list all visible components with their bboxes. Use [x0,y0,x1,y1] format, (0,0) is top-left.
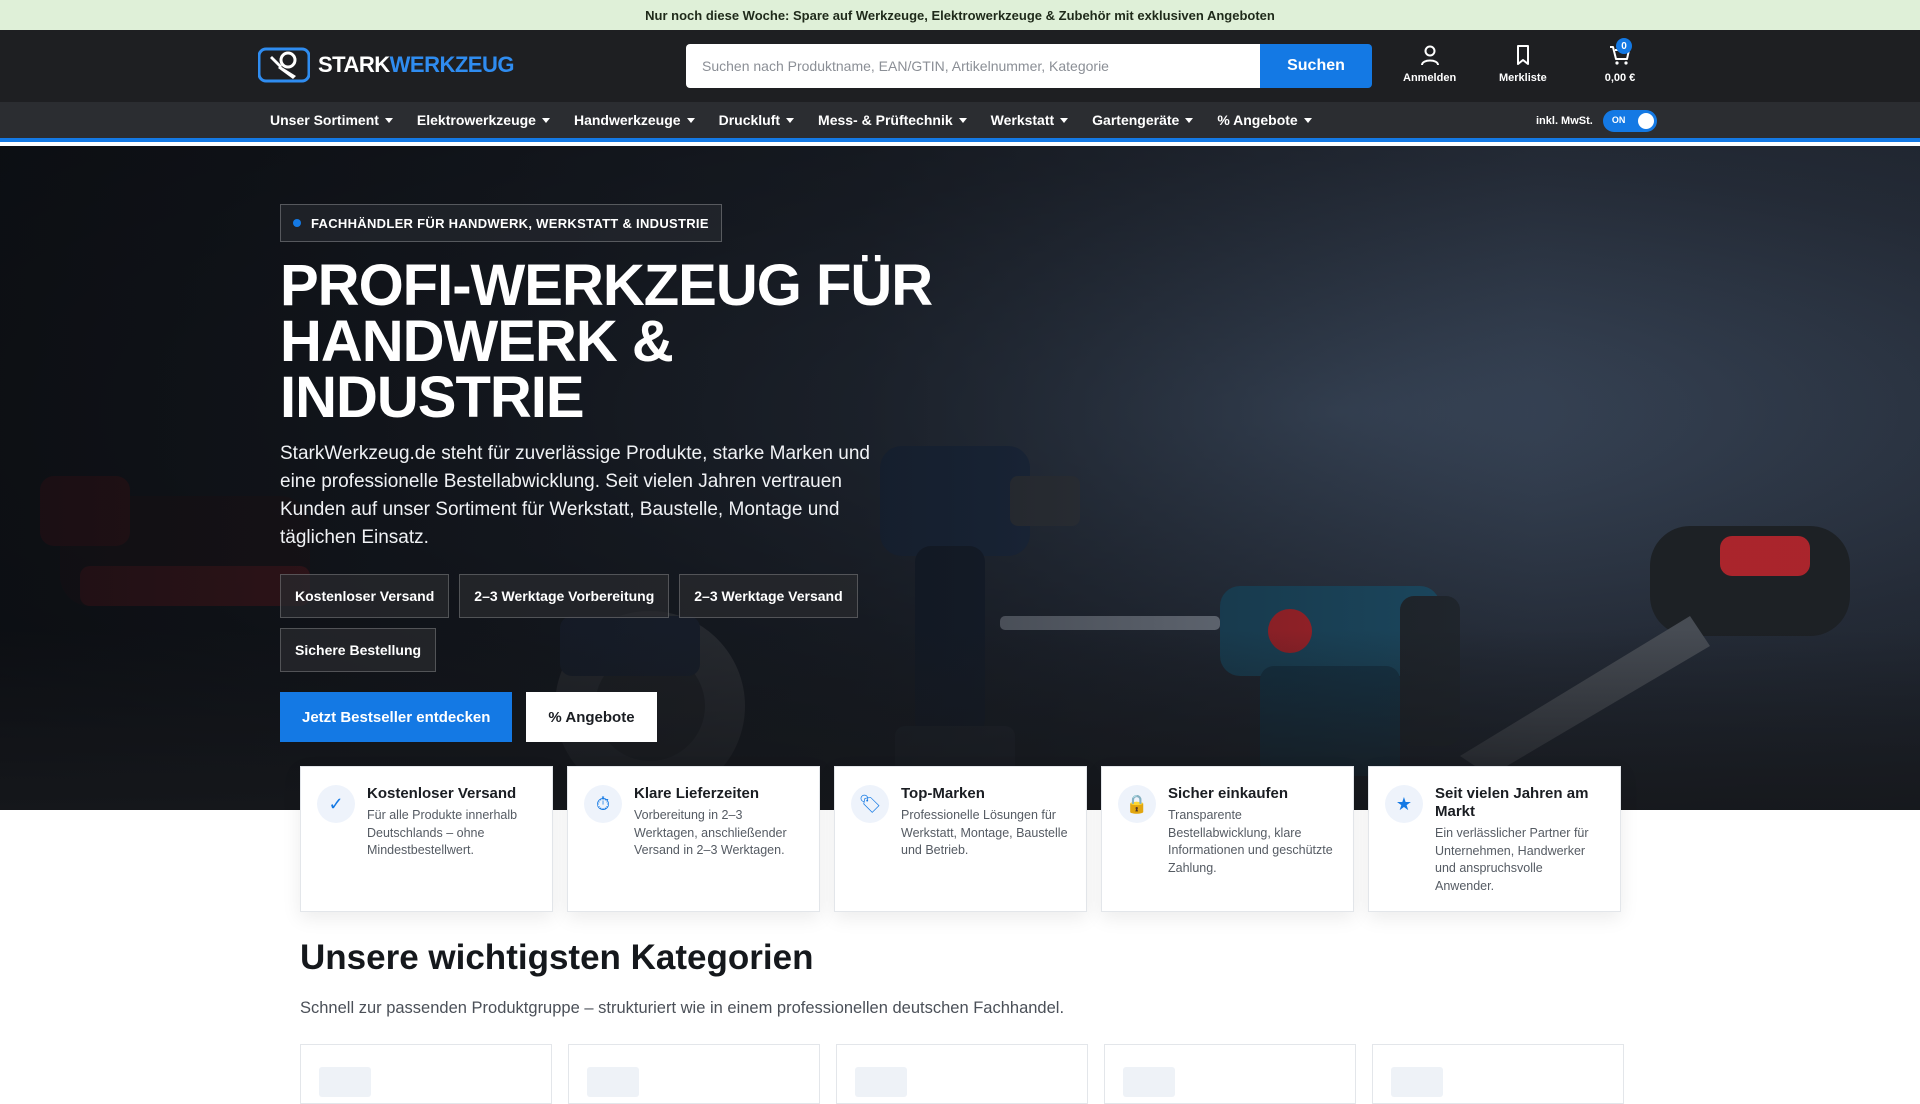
hero-banner: FACHHÄNDLER FÜR HANDWERK, WERKSTATT & IN… [0,146,1920,810]
feature-card: ★ Seit vielen Jahren am Markt Ein verläs… [1368,766,1621,912]
badge-shipping-time: 2–3 Werktage Versand [679,574,858,618]
badge-free-shipping: Kostenloser Versand [280,574,450,618]
offers-button[interactable]: % Angebote [526,692,657,742]
categories-title: Unsere wichtigsten Kategorien [300,938,814,977]
nav-item-werkstatt[interactable]: Werkstatt [991,112,1069,128]
categories-subtitle: Schnell zur passenden Produktgruppe – st… [300,999,1065,1017]
feature-description: Professionelle Lösungen für Werkstatt, M… [901,808,1068,857]
caret-down-icon [958,117,967,123]
category-icon [1391,1067,1443,1097]
dot-icon [293,219,301,227]
nav-item-label: Unser Sortiment [270,112,379,128]
hero-eyebrow-text: FACHHÄNDLER FÜR HANDWERK, WERKSTATT & IN… [311,215,709,231]
nav-item-label: Werkstatt [990,112,1055,128]
feature-title: Klare Lieferzeiten [634,785,760,802]
bookmark-icon [1516,45,1529,65]
caret-down-icon [1303,117,1312,123]
badge-preparation-time: 2–3 Werktage Vorbereitung [459,574,670,618]
stopwatch-icon: ⏱ [584,785,622,823]
cart-total: 0,00 € [1604,72,1636,84]
vat-toggle[interactable]: ON [1602,110,1657,132]
cart-button[interactable]: 0 0,00 € [1600,38,1640,84]
feature-card: 🏷 Top-Marken Professionelle Lösungen für… [834,766,1087,912]
hero-eyebrow: FACHHÄNDLER FÜR HANDWERK, WERKSTATT & IN… [280,204,722,242]
feature-card: ✓ Kostenloser Versand Für alle Produkte … [300,766,553,912]
caret-down-icon [541,117,550,123]
bestseller-button[interactable]: Jetzt Bestseller entdecken [280,692,513,742]
logo-icon [257,46,311,84]
login-button[interactable]: Anmelden [1403,44,1456,84]
nav-item-druckluft[interactable]: Druckluft [718,112,795,128]
promo-bar: Nur noch diese Woche: Spare auf Werkzeug… [0,0,1920,30]
cart-count-badge: 0 [1616,38,1632,54]
nav-item-sortiment[interactable]: Unser Sortiment [270,112,393,128]
site-header: STARKWERKZEUG Suchen Anmelden Merkliste … [0,30,1920,102]
user-icon [1420,45,1439,66]
category-card[interactable] [1372,1044,1624,1104]
nav-item-angebote[interactable]: % Angebote [1217,112,1312,128]
checkmark-icon: ✓ [317,785,355,823]
login-label: Anmelden [1403,72,1457,84]
main-nav: Unser Sortiment Elektrowerkzeuge Handwer… [0,102,1920,142]
category-card[interactable] [1104,1044,1356,1104]
category-cards [300,1044,1624,1104]
category-icon [855,1067,907,1097]
category-icon [1123,1067,1175,1097]
nav-item-label: % Angebote [1217,112,1298,128]
wishlist-label: Merkliste [1499,72,1547,84]
vat-toggle-state: ON [1611,115,1626,125]
vat-toggle-group: inkl. MwSt. ON [1536,110,1657,132]
feature-title: Top-Marken [901,785,985,802]
caret-down-icon [384,117,393,123]
toggle-knob [1637,113,1654,129]
caret-down-icon [686,117,695,123]
caret-down-icon [1060,117,1069,123]
nav-item-gartengeraete[interactable]: Gartengeräte [1092,112,1194,128]
feature-description: Ein verlässlicher Partner für Unternehme… [1435,826,1589,893]
logo[interactable]: STARKWERKZEUG [257,46,515,84]
category-card[interactable] [300,1044,552,1104]
search-button[interactable]: Suchen [1260,44,1372,88]
nav-item-messtechnik[interactable]: Mess- & Prüftechnik [818,112,967,128]
feature-description: Transparente Bestellabwicklung, klare In… [1168,808,1333,875]
tag-icon: 🏷 [851,785,889,823]
logo-text-stark: STARK [318,52,390,77]
category-icon [587,1067,639,1097]
wishlist-button[interactable]: Merkliste [1499,44,1547,84]
nav-item-handwerkzeuge[interactable]: Handwerkzeuge [574,112,695,128]
nav-item-label: Druckluft [718,112,781,128]
nav-item-label: Gartengeräte [1092,112,1180,128]
logo-text-werkzeug: WERKZEUG [389,52,515,77]
nav-item-label: Handwerkzeuge [573,112,681,128]
hero-badges: Kostenloser Versand 2–3 Werktage Vorbere… [280,574,900,672]
star-icon: ★ [1385,785,1423,823]
hero-title: PROFI-WERKZEUG FÜR HANDWERK & INDUSTRIE [280,253,933,430]
feature-title: Sicher einkaufen [1168,785,1289,802]
nav-item-label: Elektrowerkzeuge [416,112,536,128]
feature-card: ⏱ Klare Lieferzeiten Vorbereitung in 2–3… [567,766,820,912]
category-card[interactable] [568,1044,820,1104]
badge-secure-order: Sichere Bestellung [280,628,437,672]
lock-icon: 🔒 [1118,785,1156,823]
promo-text: Nur noch diese Woche: Spare auf Werkzeug… [645,7,1275,23]
feature-card: 🔒 Sicher einkaufen Transparente Bestella… [1101,766,1354,912]
feature-description: Für alle Produkte innerhalb Deutschlands… [367,808,518,857]
nav-item-elektrowerkzeuge[interactable]: Elektrowerkzeuge [417,112,550,128]
search-bar: Suchen [686,44,1372,88]
feature-title: Seit vielen Jahren am Markt [1435,785,1589,820]
feature-cards: ✓ Kostenloser Versand Für alle Produkte … [300,766,1621,912]
caret-down-icon [786,117,795,123]
caret-down-icon [1185,117,1194,123]
vat-label: inkl. MwSt. [1536,115,1593,127]
category-icon [319,1067,371,1097]
feature-description: Vorbereitung in 2–3 Werktagen, anschließ… [634,808,787,857]
hero-description: StarkWerkzeug.de steht für zuverlässige … [280,443,870,548]
nav-item-label: Mess- & Prüftechnik [818,112,953,128]
feature-title: Kostenloser Versand [367,785,517,802]
search-input[interactable] [686,44,1260,88]
category-card[interactable] [836,1044,1088,1104]
